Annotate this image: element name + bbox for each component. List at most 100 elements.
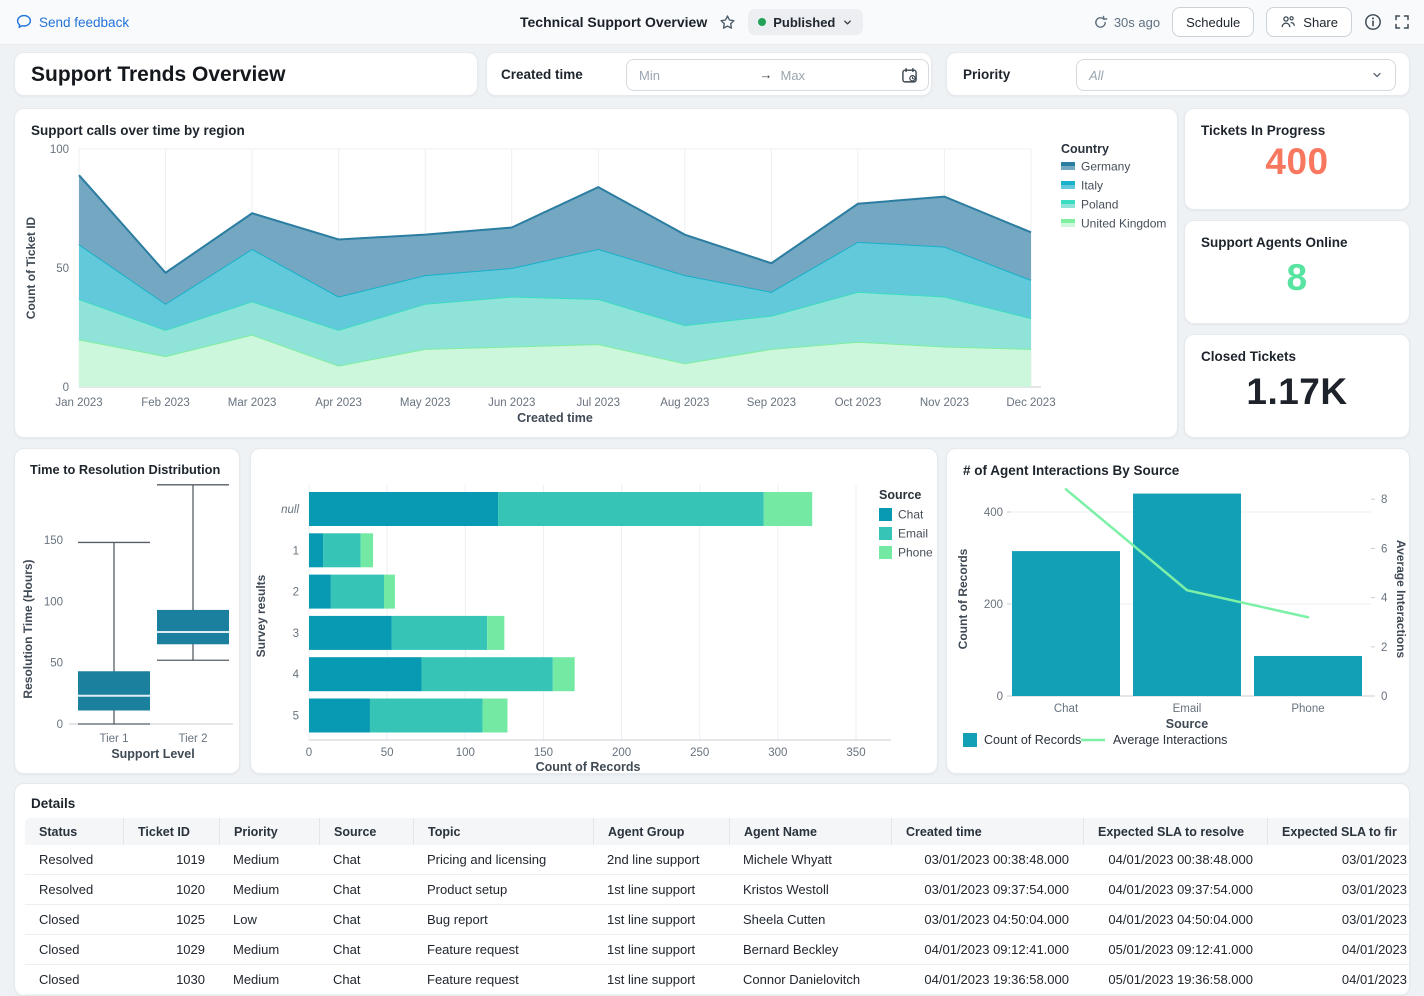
tick-label: Jun 2023: [488, 397, 535, 409]
info-icon[interactable]: [1364, 13, 1382, 31]
table-header-row: StatusTicket IDPrioritySourceTopicAgent …: [25, 818, 1410, 845]
tick-label: Oct 2023: [835, 397, 882, 409]
topbar: Send feedback Technical Support Overview…: [0, 0, 1424, 45]
fullscreen-icon[interactable]: [1394, 14, 1410, 30]
bar-phone-3[interactable]: [487, 616, 504, 650]
column-header-status[interactable]: Status: [25, 818, 123, 845]
column-header-topic[interactable]: Topic: [413, 818, 593, 845]
tick-label: 400: [984, 507, 1003, 519]
priority-select[interactable]: All: [1076, 59, 1396, 91]
bar-chat-2[interactable]: [309, 575, 331, 609]
schedule-button[interactable]: Schedule: [1172, 7, 1254, 37]
table-cell: 04/01/2023 00:38:48.000: [1083, 845, 1267, 874]
combo-chart[interactable]: 020040002468ChatEmailPhoneSourceCount of…: [947, 449, 1409, 773]
bar-chat-3[interactable]: [309, 616, 392, 650]
send-feedback-label: Send feedback: [39, 15, 129, 30]
bar-email-4[interactable]: [422, 657, 553, 691]
survey-stacked-bar-chart[interactable]: null12345050100150200250300350Count of R…: [251, 449, 937, 773]
published-dropdown[interactable]: Published: [748, 9, 863, 35]
share-button[interactable]: Share: [1266, 7, 1352, 37]
bar-phone-4[interactable]: [553, 657, 575, 691]
table-cell: 05/01/2023 09:12:41.000: [1083, 935, 1267, 964]
column-header-agent-name[interactable]: Agent Name: [729, 818, 891, 845]
bar-chat-5[interactable]: [309, 699, 370, 733]
bar-email-1[interactable]: [323, 533, 361, 567]
column-header-agent-group[interactable]: Agent Group: [593, 818, 729, 845]
tick-label: Phone: [1291, 703, 1324, 715]
bar-phone-1[interactable]: [361, 533, 374, 567]
column-header-priority[interactable]: Priority: [219, 818, 319, 845]
column-header-created-time[interactable]: Created time: [891, 818, 1083, 845]
tick-label: Tier 2: [179, 733, 208, 745]
table-cell: Medium: [219, 875, 319, 904]
table-cell: 03/01/2023: [1267, 905, 1410, 934]
bar-phone[interactable]: [1254, 656, 1362, 696]
table-row[interactable]: Closed1025LowChatBug report1st line supp…: [25, 905, 1410, 935]
table-cell: 03/01/2023: [1267, 845, 1410, 874]
tick-label: 3: [293, 628, 299, 640]
area-chart[interactable]: 050100Jan 2023Feb 2023Mar 2023Apr 2023Ma…: [15, 109, 1177, 437]
column-header-expected-sla-to-fir[interactable]: Expected SLA to fir: [1267, 818, 1410, 845]
boxplot-chart[interactable]: 050100150Tier 1Tier 2Support LevelResolu…: [15, 449, 239, 773]
bar-chat-null[interactable]: [309, 492, 498, 526]
created-time-filter-label: Created time: [501, 67, 583, 82]
bar-email-null[interactable]: [498, 492, 764, 526]
bar-email[interactable]: [1133, 494, 1241, 696]
table-cell: 04/01/2023 19:36:58.000: [891, 965, 1083, 994]
tick-label: 8: [1381, 494, 1387, 506]
legend-label: Email: [898, 527, 928, 541]
workbook-title: Technical Support Overview: [520, 14, 707, 30]
table-cell: Closed: [25, 965, 123, 994]
tick-label: 50: [381, 747, 394, 759]
bar-phone-5[interactable]: [482, 699, 507, 733]
bar-email-2[interactable]: [331, 575, 384, 609]
favorite-star-icon[interactable]: [719, 14, 736, 31]
table-cell: Chat: [319, 875, 413, 904]
tick-label: 100: [50, 144, 69, 156]
tick-label: Apr 2023: [315, 397, 362, 409]
column-header-expected-sla-to-resolve[interactable]: Expected SLA to resolve: [1083, 818, 1267, 845]
kpi-title: Closed Tickets: [1185, 335, 1409, 364]
created-time-filter-card: Created time →: [486, 52, 932, 96]
tick-label: 0: [997, 691, 1003, 703]
table-cell: 1025: [123, 905, 219, 934]
created-time-range-input[interactable]: →: [626, 59, 929, 91]
tick-label: 100: [44, 596, 63, 608]
box-tier-2[interactable]: [157, 610, 229, 644]
box-tier-1[interactable]: [78, 671, 150, 710]
table-cell: Closed: [25, 905, 123, 934]
calendar-icon[interactable]: [901, 67, 918, 84]
workbook-header: Technical Support Overview Published: [520, 0, 863, 44]
table-row[interactable]: Closed1029MediumChatFeature request1st l…: [25, 935, 1410, 965]
column-header-source[interactable]: Source: [319, 818, 413, 845]
tick-label: 0: [1381, 691, 1387, 703]
bar-email-5[interactable]: [370, 699, 483, 733]
table-row[interactable]: Closed1030MediumChatFeature request1st l…: [25, 965, 1410, 995]
bar-phone-2[interactable]: [384, 575, 395, 609]
legend-label: Germany: [1081, 160, 1130, 174]
created-time-max-input[interactable]: [779, 67, 902, 84]
table-cell: 1st line support: [593, 935, 729, 964]
created-time-min-input[interactable]: [637, 67, 760, 84]
bar-chat-1[interactable]: [309, 533, 323, 567]
share-people-icon: [1280, 14, 1296, 30]
tick-label: 300: [768, 747, 787, 759]
table-cell: 1030: [123, 965, 219, 994]
send-feedback-link[interactable]: Send feedback: [16, 0, 129, 44]
table-row[interactable]: Resolved1020MediumChatProduct setup1st l…: [25, 875, 1410, 905]
tick-label: 2: [293, 587, 299, 599]
bar-phone-null[interactable]: [764, 492, 812, 526]
refresh-status[interactable]: 30s ago: [1093, 15, 1160, 30]
table-cell: 03/01/2023 00:38:48.000: [891, 845, 1083, 874]
column-header-ticket-id[interactable]: Ticket ID: [123, 818, 219, 845]
legend-chip: [1061, 223, 1075, 227]
bar-chat[interactable]: [1012, 551, 1120, 696]
bar-email-3[interactable]: [392, 616, 487, 650]
table-cell: Bernard Beckley: [729, 935, 891, 964]
bar-chat-4[interactable]: [309, 657, 422, 691]
table-row[interactable]: Resolved1019MediumChatPricing and licens…: [25, 845, 1410, 875]
tick-label: Feb 2023: [141, 397, 190, 409]
tick-label: May 2023: [400, 397, 451, 409]
x-axis-label: Source: [1166, 717, 1208, 731]
tick-label: 250: [690, 747, 709, 759]
